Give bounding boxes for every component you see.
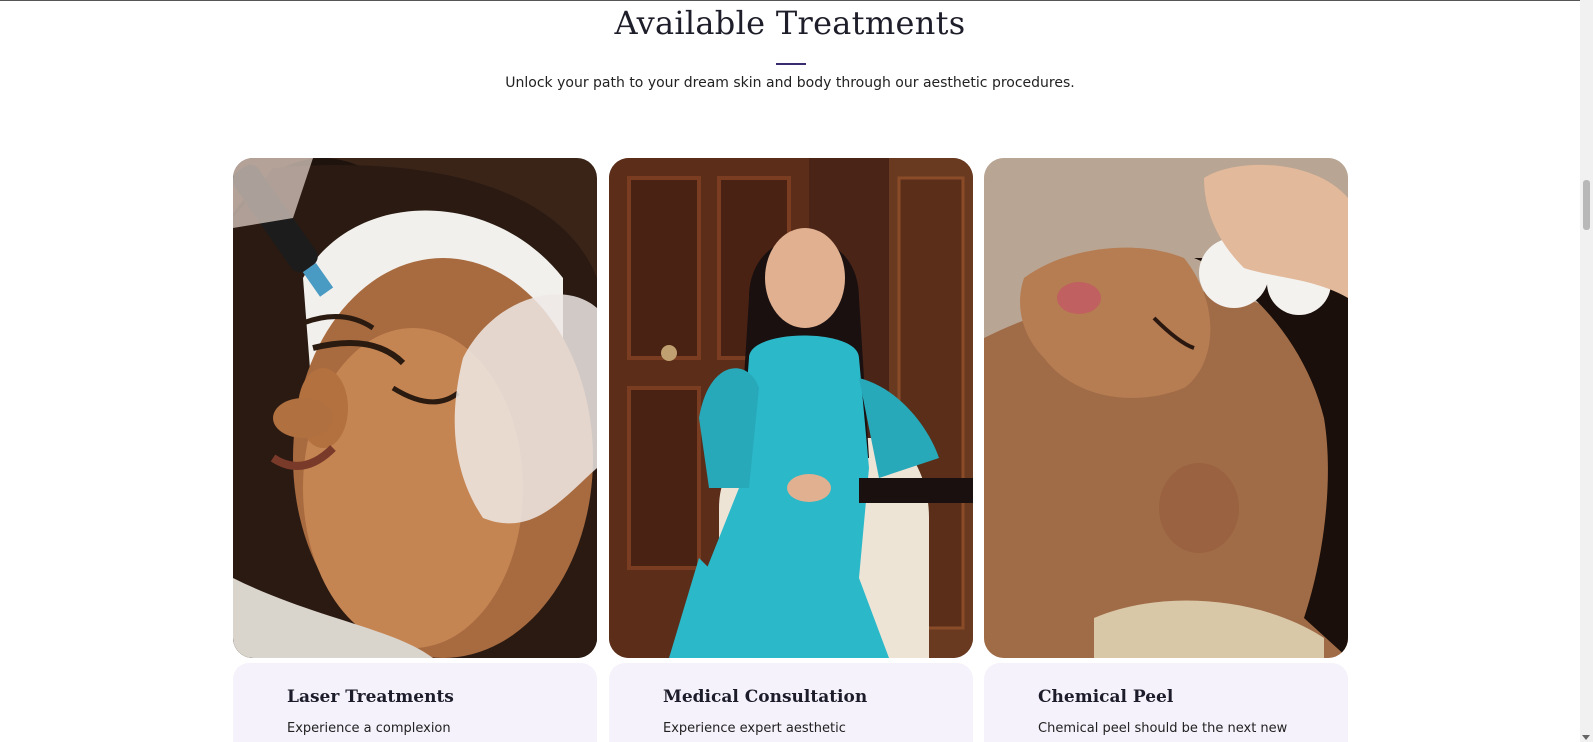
card-title: Laser Treatments xyxy=(287,687,454,707)
chemical-peel-photo xyxy=(984,158,1348,658)
medical-consultation-photo xyxy=(609,158,973,658)
treatment-card-chemical-peel[interactable]: Chemical Peel Chemical peel should be th… xyxy=(984,158,1348,742)
card-body: Chemical Peel Chemical peel should be th… xyxy=(984,663,1348,742)
top-border xyxy=(0,0,1593,1)
section-title: Available Treatments xyxy=(614,4,966,42)
treatment-card-consultation[interactable]: Medical Consultation Experience expert a… xyxy=(609,158,973,742)
card-description: Experience expert aesthetic xyxy=(663,721,846,736)
treatment-card-laser[interactable]: Laser Treatments Experience a complexion xyxy=(233,158,597,742)
card-description: Experience a complexion xyxy=(287,721,451,736)
laser-treatment-photo xyxy=(233,158,597,658)
scrollbar-thumb[interactable] xyxy=(1583,180,1590,230)
vertical-scrollbar[interactable] xyxy=(1580,0,1593,742)
card-description: Chemical peel should be the next new xyxy=(1038,721,1288,736)
card-title: Chemical Peel xyxy=(1038,687,1174,707)
title-divider xyxy=(776,63,806,65)
card-title: Medical Consultation xyxy=(663,687,868,707)
card-body: Laser Treatments Experience a complexion xyxy=(233,663,597,742)
section-subtitle: Unlock your path to your dream skin and … xyxy=(505,75,1075,91)
card-body: Medical Consultation Experience expert a… xyxy=(609,663,973,742)
scroll-down-arrow-icon[interactable] xyxy=(1582,735,1590,740)
